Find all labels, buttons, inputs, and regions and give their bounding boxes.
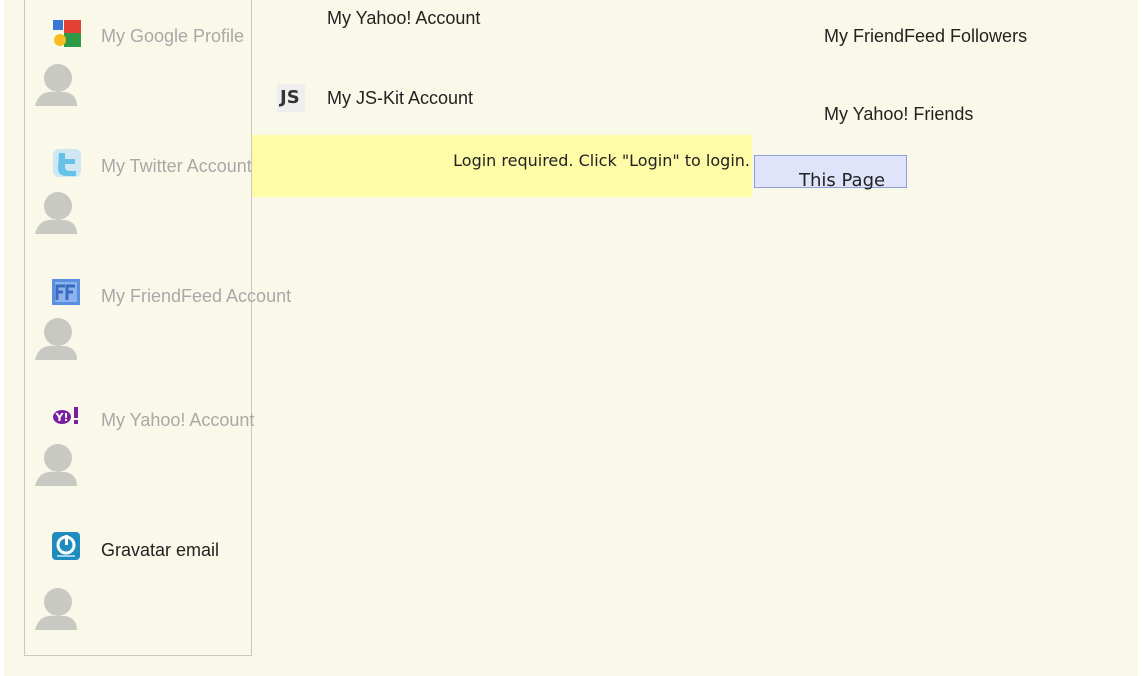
login-required-message: Login required. Click "Login" to login. <box>252 135 752 197</box>
twitter-account-login[interactable]: My Twitter Account <box>51 148 271 178</box>
friendfeed-account-login[interactable]: My FriendFeed Account <box>51 278 291 308</box>
yahoo-icon: Y! <box>51 402 83 432</box>
friendfeed-account-label: My FriendFeed Account <box>101 286 292 306</box>
login-services-panel: My Google Profile My Twitter Account My … <box>24 0 291 656</box>
gravatar-icon <box>51 532 83 562</box>
avatar <box>33 586 79 632</box>
twitter-icon <box>51 148 83 178</box>
avatar <box>33 62 79 108</box>
google-icon <box>51 18 83 48</box>
avatar <box>33 316 79 362</box>
gravatar-email-label: Gravatar email <box>101 540 220 560</box>
avatar <box>33 442 79 488</box>
friendfeed-icon <box>51 278 83 308</box>
avatar <box>33 190 79 236</box>
google-profile-login[interactable]: My Google Profile <box>51 18 271 48</box>
this-page-tab[interactable]: This Page <box>754 155 907 191</box>
google-profile-label: My Google Profile <box>101 26 245 46</box>
jskit-account-link[interactable]: My JS-Kit Account <box>327 88 473 109</box>
friendfeed-followers-link[interactable]: My FriendFeed Followers <box>824 26 1027 47</box>
login-required-text: Login required. Click "Login" to login. <box>453 151 750 170</box>
twitter-account-label: My Twitter Account <box>101 156 252 176</box>
yahoo-account-link[interactable]: My Yahoo! Account <box>327 8 480 29</box>
svg-text:Y!: Y! <box>55 411 69 424</box>
yahoo-friends-link[interactable]: My Yahoo! Friends <box>824 104 973 125</box>
this-page-label: This Page <box>799 170 886 191</box>
yahoo-account-label: My Yahoo! Account <box>101 410 255 430</box>
yahoo-account-login[interactable]: Y! My Yahoo! Account <box>51 402 271 432</box>
gravatar-email-login[interactable]: Gravatar email <box>51 532 271 562</box>
jskit-icon: JS <box>277 84 305 112</box>
